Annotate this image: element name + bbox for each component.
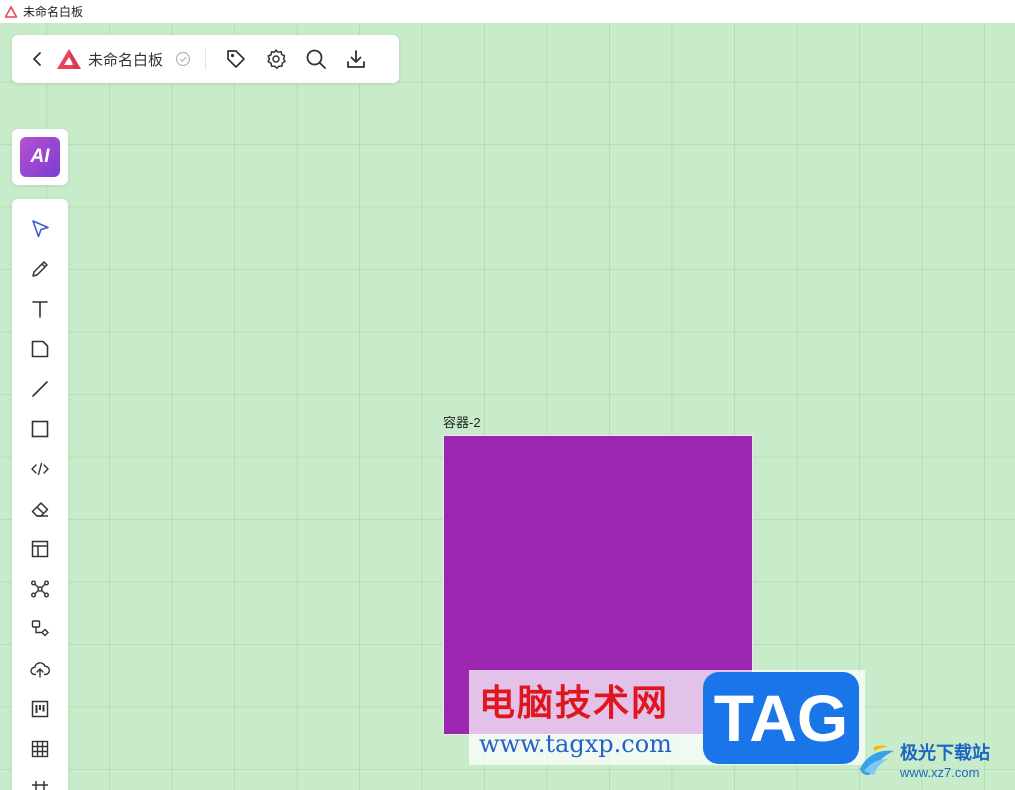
- whiteboard-canvas[interactable]: 未命名白板 AI 容器-2 电脑技术网 www.tagxp.com TAG 极光…: [0, 23, 1015, 790]
- layout-icon: [31, 540, 49, 558]
- tool-sticky-note[interactable]: [12, 329, 68, 369]
- watermark-overlay: 电脑技术网 www.tagxp.com TAG: [469, 670, 865, 765]
- flowchart-icon: [31, 620, 49, 637]
- tool-mindmap[interactable]: [12, 569, 68, 609]
- kanban-icon: [31, 700, 49, 718]
- aurora-logo-icon: [860, 745, 894, 776]
- text-icon: [32, 301, 48, 318]
- sticky-note-icon: [31, 340, 49, 358]
- tool-select[interactable]: [12, 209, 68, 249]
- mindmap-icon: [31, 580, 49, 598]
- settings-button[interactable]: [256, 39, 296, 79]
- table-icon: [31, 740, 49, 758]
- select-arrow-icon: [32, 220, 49, 238]
- board-title[interactable]: 未命名白板: [88, 49, 163, 70]
- download-icon: [347, 50, 365, 68]
- watermark-site-name: 极光下载站: [900, 743, 990, 764]
- download-button[interactable]: [336, 39, 376, 79]
- tag-icon: [227, 50, 245, 68]
- tag-button[interactable]: [216, 39, 256, 79]
- line-icon: [32, 381, 48, 397]
- pencil-icon: [32, 261, 48, 277]
- tool-rectangle[interactable]: [12, 409, 68, 449]
- board-topbar: 未命名白板: [12, 35, 399, 83]
- tool-text[interactable]: [12, 289, 68, 329]
- search-button[interactable]: [296, 39, 336, 79]
- tool-layout[interactable]: [12, 529, 68, 569]
- ai-panel: AI: [12, 129, 68, 185]
- chevron-left-icon: [33, 52, 41, 66]
- gear-icon: [267, 49, 286, 69]
- grid-frame-icon: [32, 781, 48, 790]
- app-logo-icon: [5, 5, 17, 18]
- rectangle-icon: [31, 420, 49, 438]
- tool-line[interactable]: [12, 369, 68, 409]
- watermark-url: www.tagxp.com: [479, 730, 672, 758]
- container-label[interactable]: 容器-2: [443, 412, 481, 431]
- watermark-title: 电脑技术网: [479, 683, 670, 724]
- board-logo-icon: [57, 49, 81, 69]
- watermark-site-url: www.xz7.com: [900, 765, 980, 780]
- ai-button[interactable]: AI: [20, 137, 60, 177]
- watermark-badge: TAG: [703, 672, 859, 764]
- eraser-icon: [31, 502, 49, 517]
- watermark-site-logo: 极光下载站 www.xz7.com: [856, 735, 1012, 787]
- search-icon: [306, 49, 326, 69]
- window-titlebar: 未命名白板: [0, 0, 1015, 23]
- tool-palette: [12, 199, 68, 790]
- back-button[interactable]: [26, 47, 50, 71]
- tool-upload[interactable]: [12, 649, 68, 689]
- upload-cloud-icon: [30, 662, 51, 678]
- code-icon: [31, 462, 49, 476]
- topbar-divider: [205, 48, 207, 70]
- tool-code[interactable]: [12, 449, 68, 489]
- tool-kanban[interactable]: [12, 689, 68, 729]
- tool-frame[interactable]: [12, 769, 68, 790]
- tool-eraser[interactable]: [12, 489, 68, 529]
- check-circle-icon: [175, 51, 191, 67]
- tool-table[interactable]: [12, 729, 68, 769]
- tool-pencil[interactable]: [12, 249, 68, 289]
- window-title: 未命名白板: [23, 5, 84, 19]
- tool-flowchart[interactable]: [12, 609, 68, 649]
